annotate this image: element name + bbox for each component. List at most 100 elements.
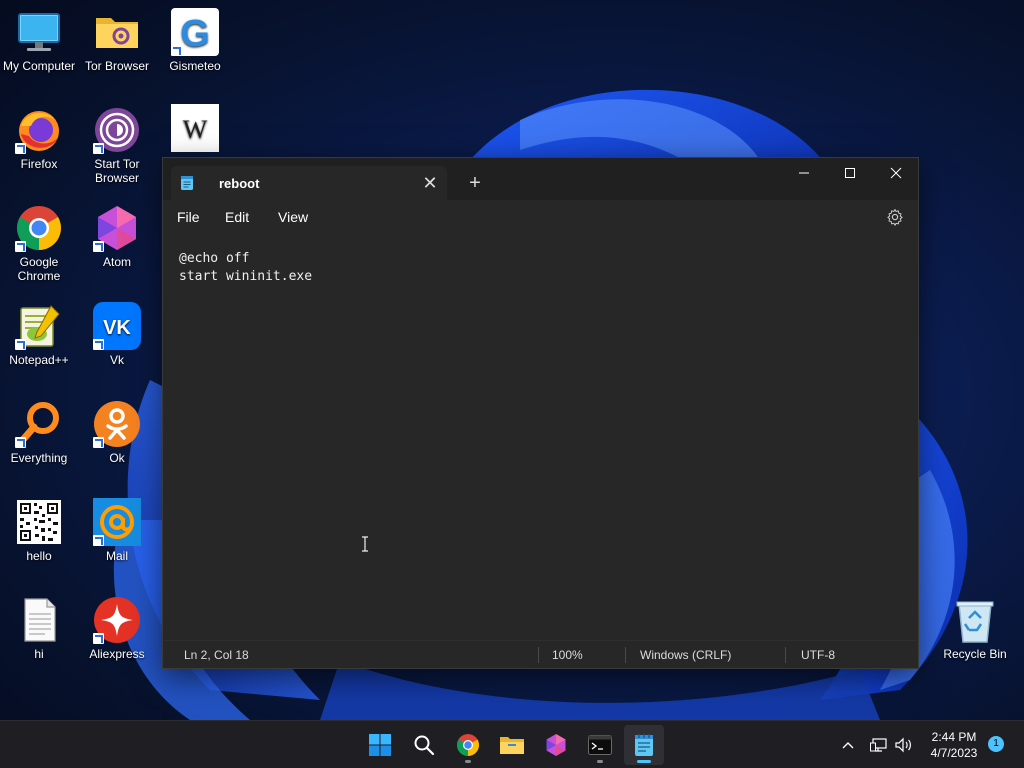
close-icon bbox=[890, 167, 902, 179]
monitor-icon bbox=[15, 8, 63, 56]
folder-icon bbox=[500, 737, 524, 754]
volume-button[interactable] bbox=[892, 721, 916, 768]
vk-icon: VK bbox=[93, 302, 141, 350]
qr-code-image-icon bbox=[15, 498, 63, 546]
status-encoding: UTF-8 bbox=[801, 648, 835, 662]
text-file-icon bbox=[15, 596, 63, 644]
desktop-icon-label: Aliexpress bbox=[89, 647, 145, 661]
menu-file[interactable]: File bbox=[177, 209, 200, 225]
desktop-icon-tor-browser[interactable]: Tor Browser bbox=[77, 8, 157, 73]
desktop-icon-recycle-bin[interactable]: Recycle Bin bbox=[935, 596, 1015, 661]
clock-time: 2:44 PM bbox=[931, 730, 977, 744]
shortcut-arrow-icon bbox=[15, 339, 26, 350]
shortcut-arrow-icon bbox=[15, 437, 26, 448]
desktop-icon-gismeteo[interactable]: G Gismeteo bbox=[155, 8, 235, 73]
atom-icon bbox=[546, 734, 566, 756]
desktop-icon-wikipedia[interactable]: W bbox=[155, 104, 235, 155]
vk-glyph: VK bbox=[103, 317, 131, 339]
notepad-document-icon bbox=[180, 175, 194, 196]
desktop-icon-everything[interactable]: Everything bbox=[0, 400, 79, 465]
desktop-icon-label: My Computer bbox=[2, 59, 76, 73]
desktop-icon-label: Recycle Bin bbox=[943, 647, 1007, 661]
maximize-icon bbox=[845, 168, 855, 178]
desktop-icon-label: Mail bbox=[105, 549, 128, 563]
desktop-icon-label: Notepad++ bbox=[9, 353, 69, 367]
desktop-icon-label: Atom bbox=[102, 255, 131, 269]
shortcut-arrow-icon bbox=[93, 437, 104, 448]
desktop-icon-notepad-plus-plus[interactable]: Notepad++ bbox=[0, 302, 79, 367]
desktop-icon-ok[interactable]: Ok bbox=[77, 400, 157, 465]
speaker-icon bbox=[895, 737, 911, 753]
taskbar-file-explorer-button[interactable] bbox=[492, 725, 532, 765]
mail-ru-icon bbox=[93, 498, 141, 546]
taskbar-search-button[interactable] bbox=[404, 725, 444, 765]
desktop-icon-label: Everything bbox=[10, 451, 68, 465]
desktop-icon-mail[interactable]: Mail bbox=[77, 498, 157, 563]
desktop-icon-label: Firefox bbox=[20, 157, 58, 171]
atom-icon bbox=[93, 204, 141, 252]
minimize-icon bbox=[799, 172, 809, 174]
desktop-icon-label: Google Chrome bbox=[17, 255, 61, 283]
text-editor-area[interactable]: @echo off start wininit.exe bbox=[179, 250, 312, 286]
terminal-icon bbox=[588, 735, 612, 755]
taskbar-terminal-button[interactable] bbox=[580, 725, 620, 765]
desktop-icon-label: Gismeteo bbox=[169, 59, 221, 73]
desktop-icon-atom[interactable]: Atom bbox=[77, 204, 157, 269]
gismeteo-icon: G bbox=[171, 8, 219, 56]
tab-close-icon[interactable]: ✕ bbox=[419, 172, 441, 194]
gismeteo-glyph: G bbox=[180, 13, 210, 55]
menu-view[interactable]: View bbox=[278, 209, 308, 225]
desktop-icon-label: Ok bbox=[109, 451, 125, 465]
odnoklassniki-icon bbox=[93, 400, 141, 448]
running-indicator bbox=[597, 760, 603, 763]
chrome-icon bbox=[457, 734, 479, 756]
status-zoom: 100% bbox=[552, 648, 583, 662]
search-icon bbox=[414, 735, 435, 756]
title-bar[interactable]: reboot ✕ + bbox=[163, 158, 918, 200]
chevron-up-icon bbox=[842, 742, 854, 749]
clock-date: 4/7/2023 bbox=[930, 746, 978, 760]
status-divider bbox=[785, 647, 786, 663]
aliexpress-icon bbox=[93, 596, 141, 644]
shortcut-arrow-icon bbox=[171, 45, 182, 56]
maximize-button[interactable] bbox=[827, 158, 873, 188]
tor-onion-icon bbox=[93, 106, 141, 154]
desktop-icon-hi[interactable]: hi bbox=[0, 596, 79, 661]
tab-reboot[interactable]: reboot ✕ bbox=[171, 166, 447, 200]
menu-edit[interactable]: Edit bbox=[225, 209, 249, 225]
desktop-icon-aliexpress[interactable]: Aliexpress bbox=[77, 596, 157, 661]
desktop-icon-vk[interactable]: VK Vk bbox=[77, 302, 157, 367]
desktop-icon-hello[interactable]: hello bbox=[0, 498, 79, 563]
network-icon bbox=[870, 738, 887, 752]
desktop-icon-my-computer[interactable]: My Computer bbox=[0, 8, 79, 73]
clock[interactable]: 2:44 PM 4/7/2023 bbox=[922, 729, 986, 761]
shortcut-arrow-icon bbox=[93, 535, 104, 546]
wikipedia-icon: W bbox=[171, 104, 219, 152]
close-window-button[interactable] bbox=[873, 158, 919, 188]
shortcut-arrow-icon bbox=[93, 143, 104, 154]
taskbar-atom-button[interactable] bbox=[536, 725, 576, 765]
notepad-window[interactable]: reboot ✕ + File Edit View @echo off star… bbox=[162, 157, 919, 669]
firefox-icon bbox=[15, 106, 63, 154]
notification-badge[interactable]: 1 bbox=[988, 736, 1004, 752]
wikipedia-glyph: W bbox=[183, 115, 208, 144]
status-cursor-position: Ln 2, Col 18 bbox=[184, 648, 249, 662]
minimize-button[interactable] bbox=[781, 158, 827, 188]
running-indicator bbox=[465, 760, 471, 763]
desktop-icon-firefox[interactable]: Firefox bbox=[0, 106, 79, 171]
network-button[interactable] bbox=[868, 721, 890, 768]
desktop-icon-label: hello bbox=[26, 549, 52, 563]
taskbar-chrome-button[interactable] bbox=[448, 725, 488, 765]
text-cursor-icon bbox=[361, 536, 369, 557]
notepad-icon bbox=[635, 734, 653, 756]
taskbar: 2:44 PM 4/7/2023 bbox=[0, 720, 1024, 768]
desktop-icon-google-chrome[interactable]: Google Chrome bbox=[0, 204, 79, 283]
desktop-icon-label: Start Tor Browser bbox=[94, 157, 140, 185]
settings-gear-icon[interactable] bbox=[886, 208, 904, 226]
start-button[interactable] bbox=[360, 725, 400, 765]
desktop-icon-start-tor-browser[interactable]: Start Tor Browser bbox=[77, 106, 157, 185]
taskbar-notepad-button[interactable] bbox=[624, 725, 664, 765]
new-tab-button[interactable]: + bbox=[463, 173, 487, 195]
chrome-icon bbox=[15, 204, 63, 252]
show-hidden-icons-button[interactable] bbox=[836, 721, 860, 768]
